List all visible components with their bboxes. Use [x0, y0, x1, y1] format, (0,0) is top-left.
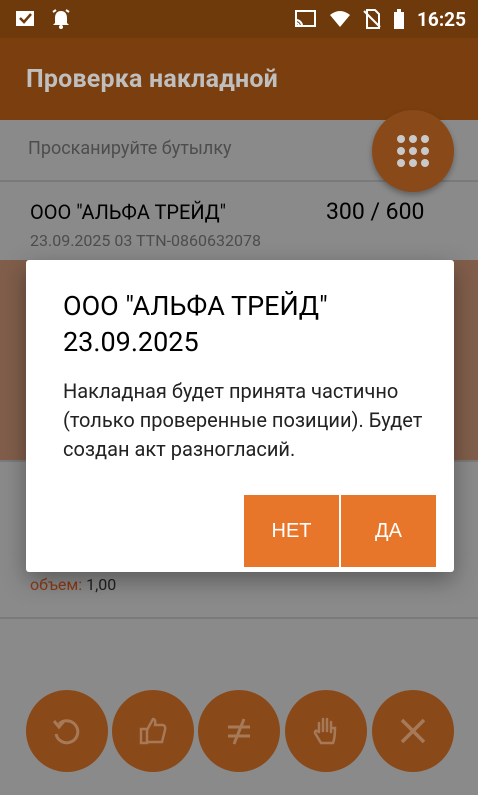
volume-label: объем: [30, 575, 83, 594]
close-icon [400, 718, 426, 744]
refresh-button[interactable] [26, 690, 108, 772]
thumbs-up-button[interactable] [112, 690, 194, 772]
bottom-action-bar [0, 686, 478, 782]
keypad-icon [397, 135, 429, 167]
app-bar: Проверка накладной [0, 38, 478, 120]
dialog-message: Накладная будет принята частично (только… [63, 379, 423, 461]
not-equal-button[interactable] [198, 690, 280, 772]
hand-stop-button[interactable] [285, 690, 367, 772]
no-sim-icon [363, 9, 381, 29]
not-equal-icon [228, 718, 250, 745]
hand-stop-icon [313, 717, 337, 745]
yes-button[interactable]: ДА [341, 495, 436, 567]
battery-icon [394, 9, 405, 29]
confirm-dialog: ООО "АЛЬФА ТРЕЙД" 23.09.2025 Накладная б… [26, 260, 454, 572]
no-button[interactable]: НЕТ [244, 495, 339, 567]
invoice-count: 300 / 600 [326, 198, 425, 225]
status-bar: 16:25 [0, 0, 478, 38]
invoice-name: ООО "АЛЬФА ТРЕЙД" [30, 200, 227, 224]
keypad-button[interactable] [372, 110, 454, 192]
wifi-icon [330, 11, 351, 27]
scan-hint: Просканируйте бутылку [28, 138, 232, 159]
cast-icon [295, 10, 317, 27]
thumbs-up-icon [139, 717, 167, 745]
page-title: Проверка накладной [26, 64, 278, 94]
alarm-icon [52, 9, 70, 29]
refresh-icon [52, 719, 80, 745]
dialog-title: ООО "АЛЬФА ТРЕЙД" 23.09.2025 [63, 290, 328, 358]
invoice-subtitle: 23.09.2025 03 TTN-0860632078 [30, 231, 261, 250]
invoice-item[interactable]: ООО "АЛЬФА ТРЕЙД" 300 / 600 23.09.2025 0… [0, 184, 478, 258]
status-time: 16:25 [417, 7, 466, 31]
checkbox-icon [16, 11, 34, 26]
volume-text: объем: 1,00 [30, 575, 116, 594]
volume-value: 1,00 [86, 575, 117, 594]
close-button[interactable] [372, 690, 454, 772]
divider [0, 617, 478, 619]
